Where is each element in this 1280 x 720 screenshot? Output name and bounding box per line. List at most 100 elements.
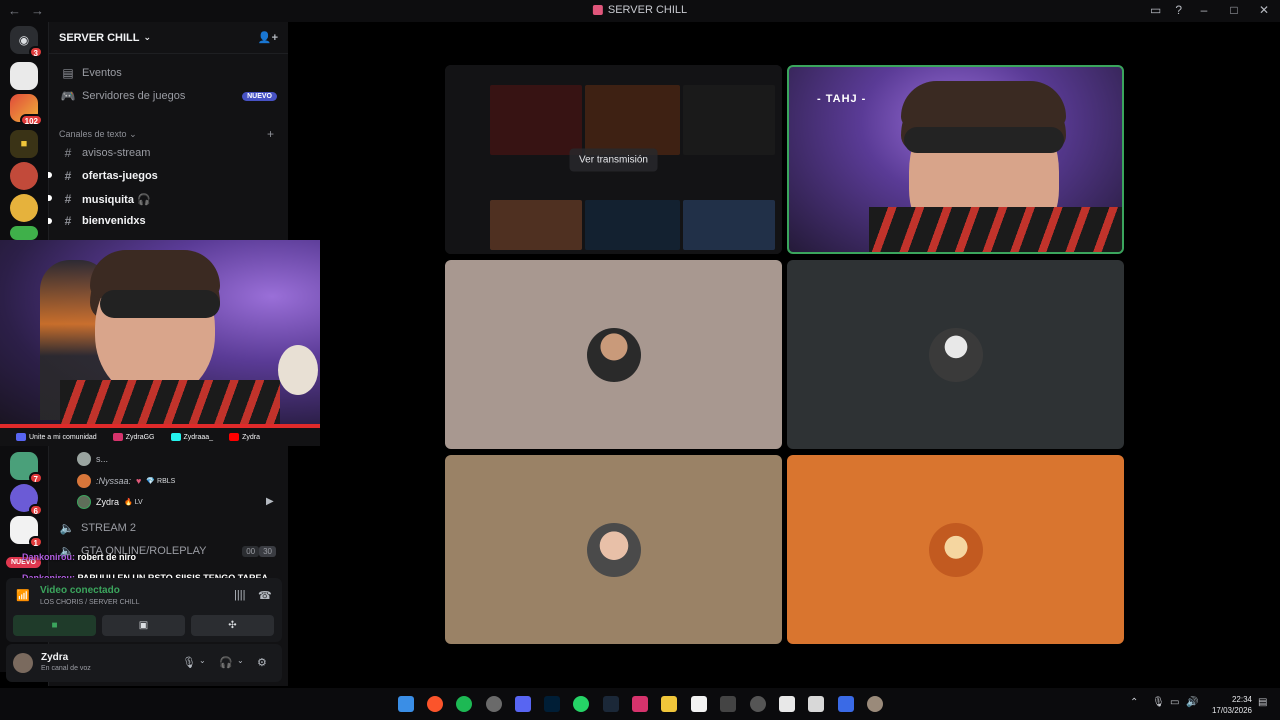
chevron-up-icon[interactable]: ⌃	[1130, 697, 1138, 708]
headset	[904, 127, 1064, 153]
close-button[interactable]: ✕	[1256, 3, 1272, 17]
participant-avatar	[586, 327, 641, 382]
instagram-social: ZydraGG	[112, 433, 155, 441]
mention-badge: 3	[28, 46, 43, 58]
server-icon-game[interactable]: 102	[10, 94, 43, 126]
discord-taskbar-icon[interactable]	[515, 696, 531, 712]
photoshop-icon[interactable]	[544, 696, 560, 712]
disconnect-icon[interactable]: ☎	[258, 589, 272, 602]
mention-badge: 7	[28, 472, 43, 484]
invite-user-icon[interactable]: 👤+	[258, 31, 278, 44]
direct-messages-button[interactable]: ◉ 3	[10, 26, 43, 58]
stream-overlay-text: - TAHJ -	[817, 93, 867, 105]
voice-user[interactable]: :Nyssaa: ♥ 💎 RBLS	[77, 474, 175, 488]
text-channels-category[interactable]: Canales de texto ⌄ +	[59, 127, 274, 141]
server-header[interactable]: SERVER CHILL ⌄ 👤+	[49, 22, 288, 54]
spotify-icon[interactable]	[456, 696, 472, 712]
game-servers-item[interactable]: 🎮 Servidores de juegos NUEVO	[49, 86, 289, 106]
avatar	[77, 495, 91, 509]
inbox-icon[interactable]: ▭	[1150, 3, 1161, 17]
network-icon[interactable]: ▭	[1170, 697, 1179, 708]
server-folder[interactable]: ■	[10, 130, 38, 158]
voice-channel-stream-2[interactable]: 🔈 STREAM 2	[48, 518, 288, 538]
minimize-button[interactable]: –	[1196, 3, 1212, 17]
role-tag: 🔥 LV	[124, 499, 143, 506]
participant-tile[interactable]	[445, 455, 782, 644]
activities-button[interactable]: ✣	[191, 615, 274, 636]
participant-tile[interactable]	[445, 260, 782, 449]
avatar	[77, 452, 91, 466]
app-icon[interactable]	[808, 696, 824, 712]
streamer-hair-top	[901, 81, 1066, 127]
avatar[interactable]	[13, 653, 33, 673]
voice-connection-panel: 📶 Video conectado LOS CHORIS / SERVER CH…	[6, 578, 282, 642]
microphone-tray-icon[interactable]: 🎙	[1152, 697, 1165, 708]
brave-browser-icon[interactable]	[427, 696, 443, 712]
voice-user[interactable]: s...	[77, 452, 108, 466]
stream-tile-preview[interactable]: Ver transmisión	[445, 65, 782, 254]
settings-gear-icon[interactable]: ⚙	[257, 656, 267, 669]
server-icon-red[interactable]	[10, 162, 38, 190]
activities-icon: ✣	[228, 620, 237, 631]
tiktok-social: Zydraaa_	[170, 433, 213, 441]
channel-ofertas-juegos[interactable]: # ofertas-juegos	[49, 166, 289, 186]
app-icon[interactable]	[486, 696, 502, 712]
chevron-down-icon[interactable]: ⌄	[199, 656, 206, 665]
plush-toy	[278, 345, 318, 395]
folder-icon: ■	[20, 138, 28, 150]
file-explorer-icon[interactable]	[661, 696, 677, 712]
server-icon-green[interactable]	[10, 226, 38, 240]
forward-arrow-icon[interactable]: →	[31, 3, 44, 18]
hashtag-icon: #	[64, 214, 72, 228]
app-icon[interactable]	[838, 696, 854, 712]
hashtag-icon: #	[64, 146, 72, 160]
capcut-icon[interactable]	[779, 696, 795, 712]
headset	[100, 290, 220, 318]
volume-icon[interactable]: 🔊	[1186, 697, 1198, 708]
instagram-icon	[112, 433, 123, 441]
channel-avisos-stream[interactable]: # avisos-stream	[49, 143, 289, 163]
voice-status[interactable]: Video conectado	[40, 585, 120, 596]
history-nav: ← →	[8, 3, 44, 18]
channel-bienvenidxs[interactable]: # bienvenidxs	[49, 211, 289, 231]
app-icon[interactable]	[720, 696, 736, 712]
voice-user[interactable]: Zydra 🔥 LV	[77, 495, 143, 509]
notion-icon[interactable]	[691, 696, 707, 712]
help-icon[interactable]: ?	[1175, 3, 1182, 17]
app-icon[interactable]	[750, 696, 766, 712]
youtube-icon	[229, 433, 240, 441]
discord-icon	[16, 433, 26, 441]
chevron-down-icon[interactable]: ⌄	[237, 656, 244, 665]
instagram-taskbar-icon[interactable]	[632, 696, 648, 712]
whatsapp-icon[interactable]	[573, 696, 589, 712]
events-item[interactable]: ▤ Eventos	[49, 63, 289, 83]
headphones-icon[interactable]: 🎧	[219, 656, 233, 669]
participant-tile[interactable]	[787, 455, 1124, 644]
discord-logo-icon: ◉	[18, 33, 30, 47]
add-channel-icon[interactable]: +	[267, 127, 274, 141]
microphone-icon[interactable]: 🎙	[182, 656, 196, 669]
stream-tile-live[interactable]: - TAHJ -	[787, 65, 1124, 254]
server-icon-landscape[interactable]: 7	[10, 452, 43, 484]
watch-stream-button[interactable]: Ver transmisión	[569, 148, 658, 171]
system-clock[interactable]: 22:34 17/03/2026	[1212, 694, 1252, 716]
username[interactable]: Zydra	[41, 652, 68, 663]
share-screen-button[interactable]: ▣	[102, 615, 185, 636]
participant-tile[interactable]	[787, 260, 1124, 449]
avatar-app-icon[interactable]	[867, 696, 883, 712]
server-icon-purple[interactable]: 6	[10, 484, 43, 516]
windows-start-icon[interactable]	[398, 696, 414, 712]
server-icon-white[interactable]: 1	[10, 516, 43, 548]
back-arrow-icon[interactable]: ←	[8, 3, 21, 18]
video-camera-icon: ■	[51, 620, 58, 631]
notifications-icon[interactable]: ▤	[1258, 697, 1267, 708]
channel-musiquita[interactable]: # musiquita 🎧	[49, 189, 289, 209]
server-icon-yellow[interactable]	[10, 194, 38, 222]
voice-location[interactable]: LOS CHORIS / SERVER CHILL	[40, 599, 139, 606]
maximize-button[interactable]: □	[1226, 3, 1242, 17]
mention-badge: 102	[19, 114, 43, 126]
steam-icon[interactable]	[603, 696, 619, 712]
camera-toggle-button[interactable]: ■	[13, 615, 96, 636]
noise-suppression-icon[interactable]: ||||	[234, 589, 245, 601]
server-icon-antiplay[interactable]	[10, 62, 38, 90]
